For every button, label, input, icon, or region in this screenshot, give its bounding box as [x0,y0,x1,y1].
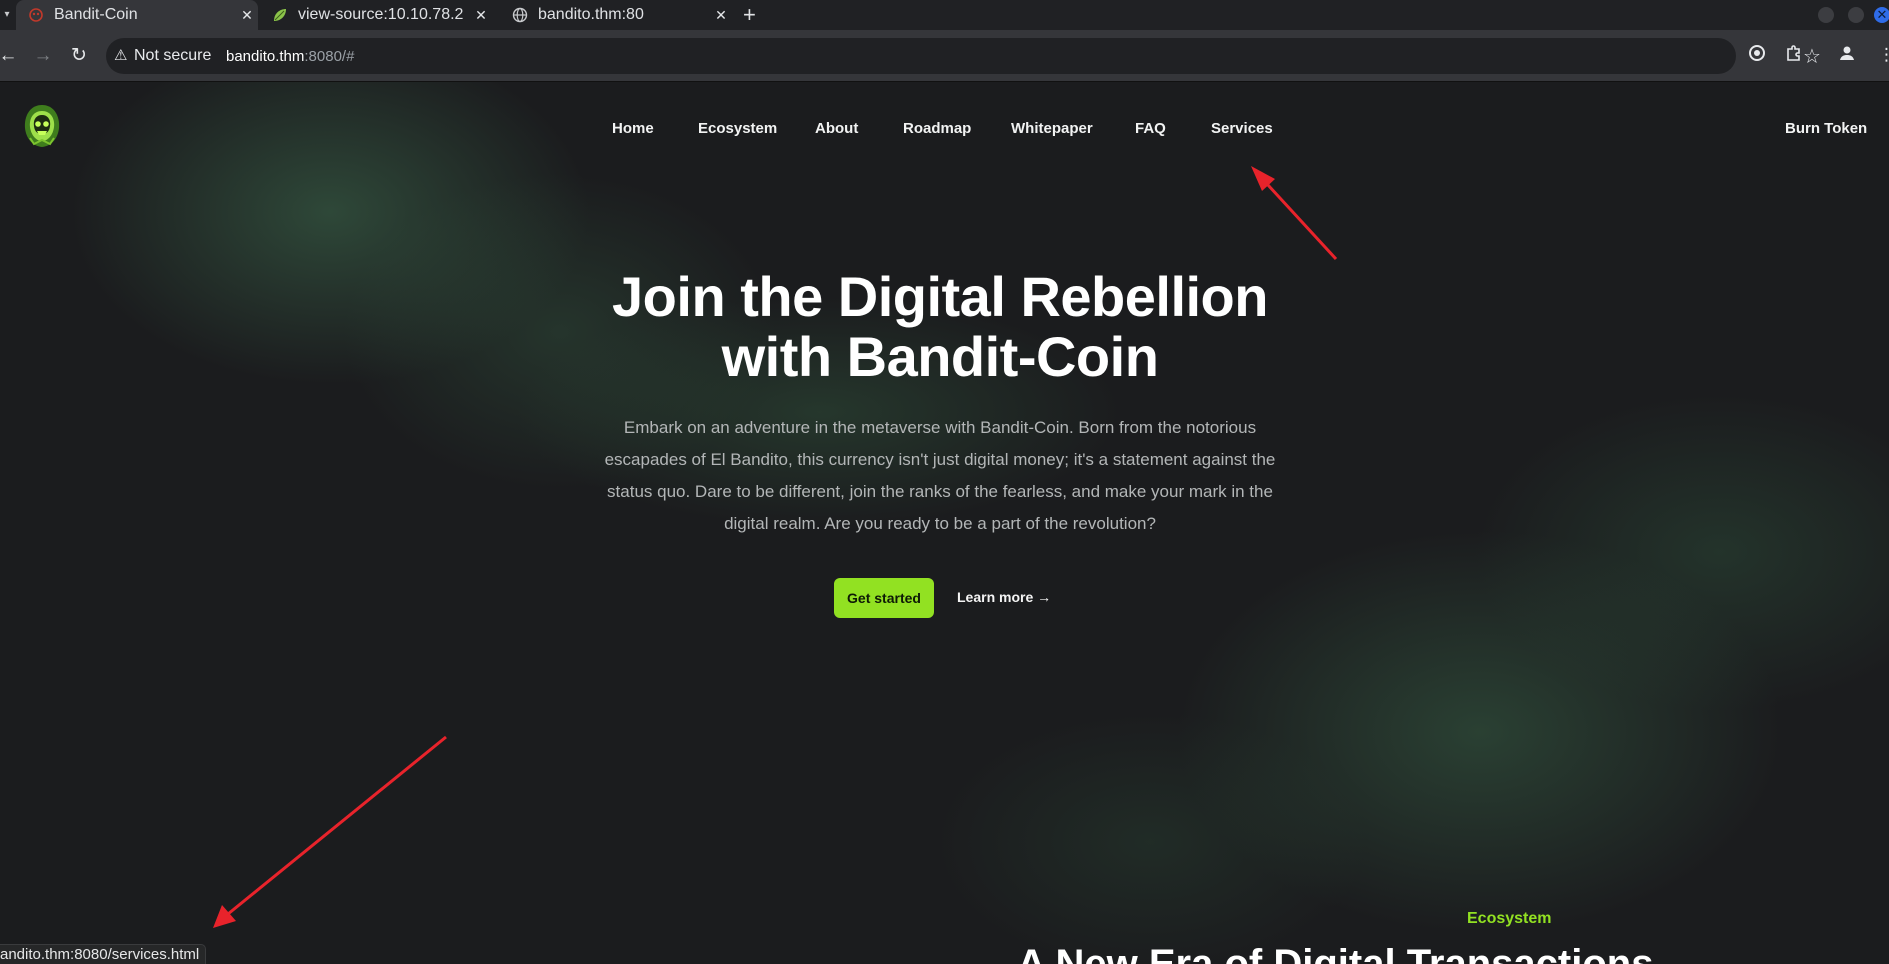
hero-title-line-1: Join the Digital Rebellion [612,265,1268,328]
close-tab-icon[interactable]: ✕ [470,7,492,24]
warning-triangle-icon[interactable]: ⚠ [114,46,127,64]
close-tab-icon[interactable]: ✕ [236,7,258,24]
globe-favicon-icon [512,7,528,23]
address-bar[interactable]: ⚠ Not secure bandito.thm:8080/# ☆ [106,38,1821,74]
nav-roadmap[interactable]: Roadmap [903,120,971,137]
window-maximize-icon[interactable] [1848,7,1864,23]
security-label[interactable]: Not secure [134,47,211,65]
bandit-coin-page: Home Ecosystem About Roadmap Whitepaper … [0,82,1889,964]
get-started-button[interactable]: Get started [834,578,934,618]
tab-bandito-80[interactable]: bandito.thm:80 ✕ [500,0,732,30]
bandit-skull-logo[interactable] [22,104,62,148]
url-text[interactable]: bandito.thm:8080/# [226,48,354,65]
window-close-icon[interactable]: ✕ [1874,7,1889,23]
nav-about[interactable]: About [815,120,858,137]
bookmark-star-icon[interactable]: ☆ [1803,44,1821,69]
window-minimize-icon[interactable] [1818,7,1834,23]
tab-bandit-coin[interactable]: Bandit-Coin ✕ [16,0,258,30]
browser-toolbar: ← → ↻ ⚠ Not secure bandito.thm:8080/# ☆ … [0,30,1889,82]
url-host: bandito.thm [226,48,305,65]
profile-person-icon[interactable] [1838,44,1856,68]
hero-title-line-2: with Bandit-Coin [721,325,1159,388]
leaf-favicon-icon [272,7,288,23]
tab-search-chevron-icon[interactable]: ▾ [0,6,14,24]
hero-subtitle: Embark on an adventure in the metaverse … [604,418,1276,533]
ecosystem-section-label: Ecosystem [1467,910,1552,927]
nav-services[interactable]: Services [1211,120,1273,137]
browser-menu-icon[interactable]: ⋮ [1878,44,1889,66]
reload-icon[interactable]: ↻ [67,43,91,69]
bandit-favicon-icon [28,7,44,23]
nav-faq[interactable]: FAQ [1135,120,1166,137]
close-tab-icon[interactable]: ✕ [710,7,732,24]
hero-title: Join the Digital Rebellion with Bandit-C… [540,267,1340,387]
tab-title: view-source:10.10.78.2 [298,6,464,23]
tab-view-source[interactable]: view-source:10.10.78.2 ✕ [260,0,492,30]
forward-arrow-icon[interactable]: → [31,43,55,69]
link-status-bubble: andito.thm:8080/services.html [0,944,207,964]
extension-record-icon[interactable] [1748,44,1766,68]
tab-title: Bandit-Coin [54,6,138,23]
learn-more-link[interactable]: Learn more → [957,589,1051,605]
back-arrow-icon[interactable]: ← [0,43,20,69]
url-path: :8080/# [304,48,355,65]
nav-ecosystem[interactable]: Ecosystem [698,120,777,137]
tab-title: bandito.thm:80 [538,6,644,23]
ecosystem-section-title: A New Era of Digital Transactions [1017,942,1654,964]
tab-strip: ▾ Bandit-Coin ✕ view-source:10.10.78.2 ✕… [0,0,1889,30]
nav-whitepaper[interactable]: Whitepaper [1011,120,1093,137]
extensions-puzzle-icon[interactable] [1785,44,1803,68]
new-tab-icon[interactable]: + [743,3,756,27]
nav-home[interactable]: Home [612,120,654,137]
burn-token-link[interactable]: Burn Token [1785,120,1867,137]
